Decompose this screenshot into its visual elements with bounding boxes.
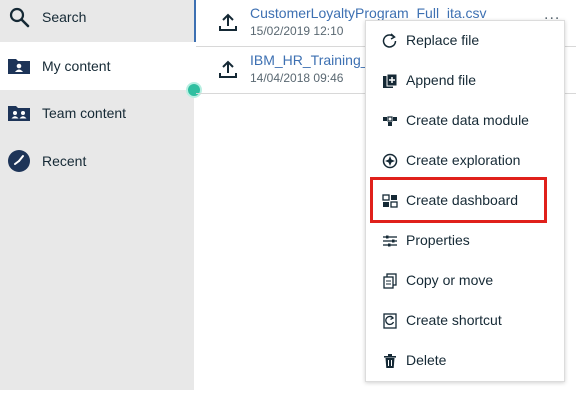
menu-item-label: Properties xyxy=(406,232,470,248)
highlight-annotation xyxy=(370,177,547,223)
recent-icon xyxy=(8,150,30,172)
menu-item-delete[interactable]: Delete xyxy=(366,341,564,381)
sidebar-item-label: Team content xyxy=(42,105,127,121)
search-icon xyxy=(9,7,30,28)
sidebar-item-my-content[interactable]: My content xyxy=(0,42,194,90)
file-name-link[interactable]: CustomerLoyaltyProgram_Full_ita.csv xyxy=(250,5,487,21)
properties-icon xyxy=(383,235,397,247)
menu-item-label: Create exploration xyxy=(406,152,521,168)
file-name-link[interactable]: IBM_HR_Training_S xyxy=(250,52,378,68)
exploration-icon xyxy=(382,153,398,169)
menu-item-replace-file[interactable]: Replace file xyxy=(366,21,564,61)
menu-item-label: Delete xyxy=(406,352,447,368)
data-module-icon xyxy=(383,116,397,126)
upload-icon xyxy=(219,13,237,31)
menu-item-label: Copy or move xyxy=(406,272,494,288)
copy-icon xyxy=(383,273,397,289)
sidebar-item-recent[interactable]: Recent xyxy=(0,137,194,185)
shortcut-icon xyxy=(383,313,397,329)
sidebar-item-label: Search xyxy=(42,9,87,25)
menu-item-create-data-module[interactable]: Create data module xyxy=(366,101,564,141)
folder-team-icon xyxy=(8,106,30,121)
replace-icon xyxy=(382,33,397,48)
sidebar-item-search[interactable]: Search xyxy=(0,0,194,41)
menu-item-create-exploration[interactable]: Create exploration xyxy=(366,141,564,181)
menu-item-append-file[interactable]: Append file xyxy=(366,61,564,101)
trash-icon xyxy=(384,354,396,368)
upload-icon xyxy=(219,60,237,78)
sidebar: Search My content Team content Recent xyxy=(0,0,194,390)
file-date: 14/04/2018 09:46 xyxy=(250,71,344,85)
sidebar-item-label: Recent xyxy=(42,153,87,169)
file-date: 15/02/2019 12:10 xyxy=(250,24,344,38)
menu-item-copy-or-move[interactable]: Copy or move xyxy=(366,261,564,301)
menu-item-label: Create shortcut xyxy=(406,312,502,328)
folder-user-icon xyxy=(8,59,30,74)
menu-item-create-shortcut[interactable]: Create shortcut xyxy=(366,301,564,341)
sidebar-item-label: My content xyxy=(42,58,111,74)
menu-item-label: Replace file xyxy=(406,32,480,48)
menu-item-label: Create data module xyxy=(406,112,529,128)
append-icon xyxy=(383,73,398,88)
sidebar-item-team-content[interactable]: Team content xyxy=(0,89,194,137)
menu-item-properties[interactable]: Properties xyxy=(366,221,564,261)
menu-item-label: Append file xyxy=(406,72,477,88)
